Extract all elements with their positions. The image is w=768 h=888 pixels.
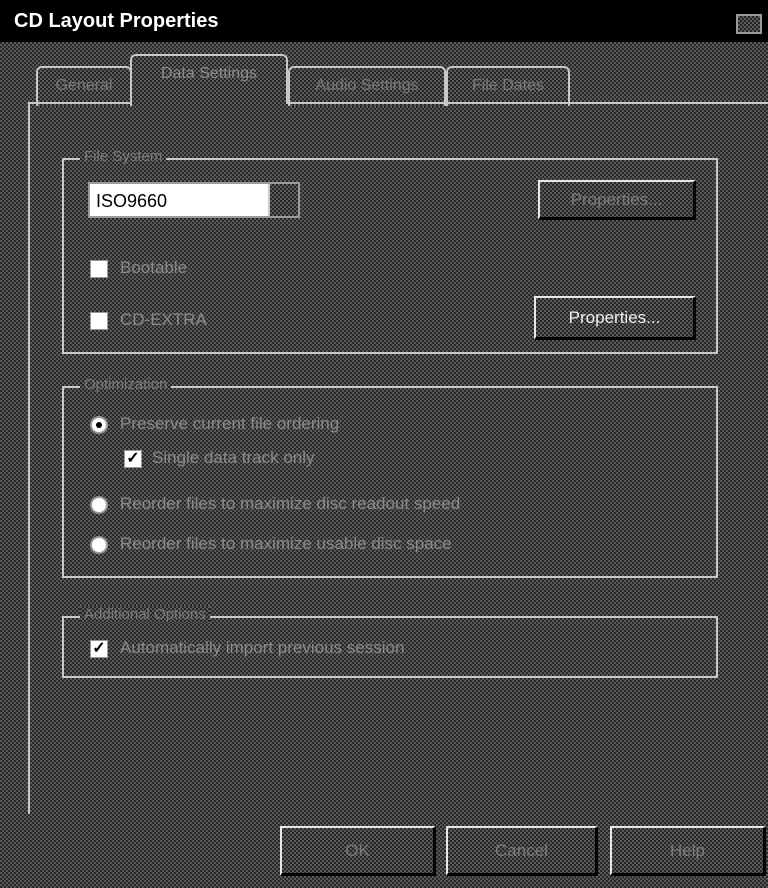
bootable-checkbox[interactable]: [90, 260, 108, 278]
import-session-label: Automatically import previous session: [120, 638, 405, 657]
file-system-select[interactable]: ISO9660: [88, 182, 300, 218]
file-system-value: ISO9660: [96, 191, 168, 211]
file-system-properties-button[interactable]: Properties...: [538, 180, 696, 220]
cd-extra-checkbox[interactable]: [90, 312, 108, 330]
cd-extra-properties-button[interactable]: Properties...: [534, 296, 696, 340]
preserve-order-radio[interactable]: [90, 416, 108, 434]
disc-space-label: Reorder files to maximize usable disc sp…: [120, 534, 452, 553]
single-track-checkbox[interactable]: ✓: [124, 450, 142, 468]
radio-selected-dot: [96, 422, 102, 428]
cancel-button[interactable]: Cancel: [446, 826, 598, 876]
tab-data-settings[interactable]: Data Settings: [130, 54, 288, 104]
title-bar: CD Layout Properties: [0, 0, 768, 42]
single-track-label: Single data track only: [152, 448, 315, 467]
optimization-legend: Optimization: [80, 376, 172, 393]
import-session-checkbox[interactable]: ✓: [90, 640, 108, 658]
help-button[interactable]: Help: [610, 826, 766, 876]
bootable-label: Bootable: [120, 258, 188, 277]
tab-audio-settings[interactable]: Audio Settings: [288, 66, 446, 106]
chevron-down-icon[interactable]: [268, 184, 298, 216]
preserve-order-label: Preserve current file ordering: [120, 414, 340, 433]
tab-file-dates[interactable]: File Dates: [446, 66, 570, 106]
file-system-legend: File System: [80, 148, 167, 165]
readout-speed-radio[interactable]: [90, 496, 108, 514]
close-button[interactable]: [736, 14, 762, 34]
additional-options-legend: Additional Options: [80, 606, 210, 623]
ok-button[interactable]: OK: [280, 826, 436, 876]
readout-speed-label: Reorder files to maximize disc readout s…: [120, 494, 461, 513]
disc-space-radio[interactable]: [90, 536, 108, 554]
tab-general[interactable]: General: [36, 66, 132, 106]
window-title: CD Layout Properties: [14, 10, 219, 32]
cd-extra-label: CD-EXTRA: [120, 310, 207, 329]
